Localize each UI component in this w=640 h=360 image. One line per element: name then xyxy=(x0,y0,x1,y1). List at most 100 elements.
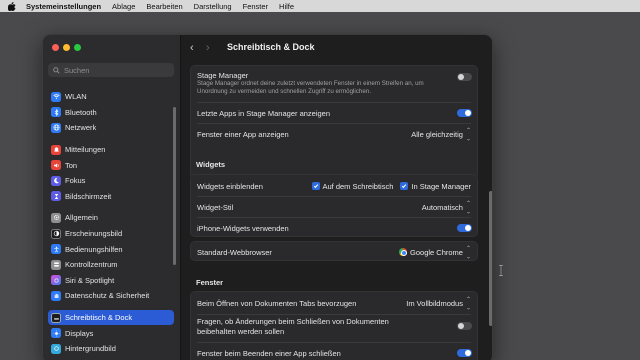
updown-chevron-icon: ⌃ ⌃ xyxy=(465,246,471,258)
sidebar-item-ton[interactable]: Ton xyxy=(48,157,174,173)
prefer-tabs-label: Beim Öffnen von Dokumenten Tabs bevorzug… xyxy=(197,298,357,308)
window-of-app-popup[interactable]: Alle gleichzeitig ⌃ ⌃ xyxy=(411,128,471,140)
sidebar-item-hintergrundbild[interactable]: Hintergrundbild xyxy=(48,341,174,357)
recent-apps-label: Letzte Apps in Stage Manager anzeigen xyxy=(197,108,331,118)
sidebar-item-label: Bildschirmzeit xyxy=(65,191,112,201)
menu-darstellung[interactable]: Darstellung xyxy=(194,2,232,11)
sidebar-item-schreibtisch-dock[interactable]: Schreibtisch & Dock xyxy=(48,309,174,326)
widgets-show-row: Widgets einblenden Auf dem Schreibtisch … xyxy=(191,176,477,196)
widgets-stage-manager-checkbox[interactable]: In Stage Manager xyxy=(400,182,471,191)
sidebar-item-kontrollzentrum[interactable]: Kontrollzentrum xyxy=(48,257,174,273)
control-center-icon xyxy=(51,259,61,270)
recent-apps-toggle[interactable] xyxy=(457,109,472,117)
widgets-stage-manager-label: In Stage Manager xyxy=(411,181,471,191)
apple-menu-icon[interactable] xyxy=(8,1,16,11)
search-input[interactable]: Suchen xyxy=(48,63,174,77)
windows-group: Beim Öffnen von Dokumenten Tabs bevorzug… xyxy=(190,291,478,360)
menu-bar: Systemeinstellungen Ablage Bearbeiten Da… xyxy=(0,0,640,12)
ask-keep-changes-label-line2: beibehalten werden sollen xyxy=(197,327,285,336)
menu-app-name[interactable]: Systemeinstellungen xyxy=(26,2,101,11)
widget-style-label: Widget-Stil xyxy=(197,202,234,212)
accessibility-icon xyxy=(51,244,61,255)
page-title: Schreibtisch & Dock xyxy=(227,42,315,52)
stage-manager-description: Stage Manager ordnet deine zuletzt verwe… xyxy=(191,80,477,98)
bell-icon xyxy=(51,144,61,155)
speaker-icon xyxy=(51,160,61,171)
sidebar-item-label: Netzwerk xyxy=(65,123,97,133)
main-scrollbar[interactable] xyxy=(489,191,492,326)
globe-icon xyxy=(51,122,61,133)
prefer-tabs-popup[interactable]: Im Vollbildmodus ⌃ ⌃ xyxy=(406,297,471,309)
menu-bearbeiten[interactable]: Bearbeiten xyxy=(146,2,182,11)
sidebar-item-mitteilungen[interactable]: Mitteilungen xyxy=(48,142,174,158)
ask-keep-changes-toggle[interactable] xyxy=(457,322,472,330)
sidebar-item-fokus[interactable]: Fokus xyxy=(48,173,174,189)
forward-chevron-icon[interactable]: › xyxy=(206,42,210,54)
menu-ablage[interactable]: Ablage xyxy=(112,2,135,11)
stage-manager-row: Stage Manager xyxy=(191,70,477,80)
appearance-icon xyxy=(51,228,61,239)
sidebar-item-erscheinungsbild[interactable]: Erscheinungsbild xyxy=(48,226,174,242)
display-icon xyxy=(51,328,61,339)
sidebar-item-label: Bluetooth xyxy=(65,107,97,117)
close-windows-label: Fenster beim Beenden einer App schließen xyxy=(197,348,341,358)
sidebar-list: WLAN Bluetooth Netzwerk Mitteilungen Ton xyxy=(48,89,174,357)
settings-window: Suchen WLAN Bluetooth Netzwerk Mitteilun… xyxy=(42,34,493,360)
hand-icon xyxy=(51,290,61,301)
zoom-button[interactable] xyxy=(74,44,81,51)
menu-hilfe[interactable]: Hilfe xyxy=(279,2,294,11)
recent-apps-row: Letzte Apps in Stage Manager anzeigen xyxy=(191,103,477,123)
sidebar-item-displays[interactable]: Displays xyxy=(48,325,174,341)
ask-keep-changes-row: Fragen, ob Änderungen beim Schließen von… xyxy=(191,317,477,339)
ask-keep-changes-label-line1: Fragen, ob Änderungen beim Schließen von… xyxy=(197,317,389,326)
stage-manager-label: Stage Manager xyxy=(197,70,249,80)
main-pane: ‹ › Schreibtisch & Dock Stage Manager St… xyxy=(181,35,492,360)
sidebar-item-label: Kontrollzentrum xyxy=(65,260,118,270)
prefer-tabs-value: Im Vollbildmodus xyxy=(406,298,463,308)
sidebar-item-label: Schreibtisch & Dock xyxy=(65,313,133,323)
chrome-icon xyxy=(399,248,408,256)
widgets-desktop-label: Auf dem Schreibtisch xyxy=(322,181,394,191)
sidebar-item-allgemein[interactable]: Allgemein xyxy=(48,210,174,226)
text-cursor-icon xyxy=(499,265,503,276)
search-placeholder: Suchen xyxy=(64,65,90,75)
sidebar-item-bedienungshilfen[interactable]: Bedienungshilfen xyxy=(48,241,174,257)
sidebar-item-siri-spotlight[interactable]: Siri & Spotlight xyxy=(48,273,174,289)
default-browser-popup[interactable]: Google Chrome ⌃ ⌃ xyxy=(399,246,471,258)
sidebar-item-label: Datenschutz & Sicherheit xyxy=(65,291,150,301)
checkmark-icon xyxy=(400,182,409,190)
window-of-app-label: Fenster einer App anzeigen xyxy=(197,129,289,139)
updown-chevron-icon: ⌃ ⌃ xyxy=(465,201,471,213)
iphone-widgets-toggle[interactable] xyxy=(457,224,472,232)
close-button[interactable] xyxy=(52,44,59,51)
sidebar-item-label: Erscheinungsbild xyxy=(65,229,123,239)
default-browser-label: Standard-Webbrowser xyxy=(197,247,272,257)
bluetooth-icon xyxy=(51,107,61,118)
sidebar-item-label: Hintergrundbild xyxy=(65,344,116,354)
widgets-desktop-checkbox[interactable]: Auf dem Schreibtisch xyxy=(311,181,394,191)
minimize-button[interactable] xyxy=(63,44,70,51)
sidebar-item-bluetooth[interactable]: Bluetooth xyxy=(48,105,174,121)
sidebar-item-netzwerk[interactable]: Netzwerk xyxy=(48,120,174,136)
sidebar-item-bildschirmzeit[interactable]: Bildschirmzeit xyxy=(48,189,174,205)
sidebar-item-label: Bedienungshilfen xyxy=(65,244,123,254)
menu-fenster[interactable]: Fenster xyxy=(243,2,268,11)
toolbar: ‹ › Schreibtisch & Dock xyxy=(181,35,492,61)
gear-icon xyxy=(51,212,61,223)
search-icon xyxy=(53,66,60,74)
back-chevron-icon[interactable]: ‹ xyxy=(190,42,194,54)
iphone-widgets-label: iPhone-Widgets verwenden xyxy=(197,223,289,233)
window-of-app-value: Alle gleichzeitig xyxy=(411,129,463,139)
sidebar-scrollbar[interactable] xyxy=(173,107,176,265)
sidebar-item-label: Fokus xyxy=(65,176,86,186)
sidebar-item-datenschutz[interactable]: Datenschutz & Sicherheit xyxy=(48,288,174,304)
sidebar-item-label: Allgemein xyxy=(65,213,98,223)
sidebar-item-wlan[interactable]: WLAN xyxy=(48,89,174,105)
checkmark-icon xyxy=(311,182,320,190)
close-windows-toggle[interactable] xyxy=(457,349,472,357)
moon-icon xyxy=(51,175,61,186)
widget-style-popup[interactable]: Automatisch ⌃ ⌃ xyxy=(422,201,471,213)
siri-icon xyxy=(51,275,61,286)
windows-heading: Fenster xyxy=(196,278,224,287)
sidebar-item-label: Siri & Spotlight xyxy=(65,275,115,285)
